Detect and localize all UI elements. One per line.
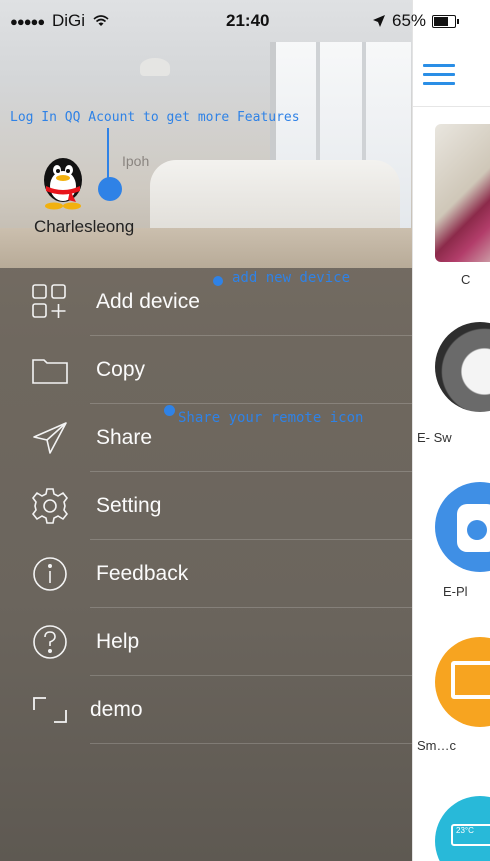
folder-icon [32,359,68,384]
username[interactable]: Charlesleong [34,217,134,237]
share-hint: Share your remote icon [178,410,364,426]
location-arrow-icon [373,15,385,27]
share-hint-dot [164,405,175,416]
status-right: 65% [372,11,460,31]
drawer-menu: Add device Copy Share Setting Feedback H… [0,268,412,744]
battery-icon [432,14,460,28]
signal-strength-icon: ●●●●● [10,14,45,29]
paper-plane-icon [33,422,67,454]
ac-temperature-label: 23°C [451,824,490,846]
menu-item-demo[interactable]: demo [0,676,412,744]
login-hint-dot [98,177,122,201]
header-background-lamp [140,58,170,76]
add-hint-dot [213,276,223,286]
menu-separator [90,743,412,744]
login-hint: Log In QQ Acount to get more Features [10,110,300,125]
side-drawer: Ipoh Charlesleong Log In QQ Acount to ge… [0,0,412,861]
expand-icon [33,697,67,723]
e-plug-device-icon[interactable] [435,482,490,572]
menu-label-share: Share [96,426,153,449]
header-divider [413,106,490,107]
menu-label-help: Help [96,630,140,653]
menu-item-help[interactable]: Help [0,608,412,676]
gear-icon [31,488,69,524]
smart-tv-device-icon[interactable] [435,637,490,727]
room-card-label: C [461,272,471,287]
carrier-name: DiGi [52,11,86,30]
status-bar: ●●●●● DiGi 21:40 65% [0,0,490,40]
clock: 21:40 [226,11,270,30]
battery-percent: 65% [392,11,427,30]
drawer-header: Ipoh Charlesleong [0,0,412,268]
air-conditioner-device-icon[interactable]: 23°C [435,796,490,861]
e-switch-device-icon[interactable] [435,322,490,412]
menu-item-setting[interactable]: Setting [0,472,412,540]
qq-penguin-icon[interactable] [36,152,90,210]
smart-tv-label: Sm…c [417,738,456,753]
device-list-panel: C E- Sw E-Pl Sm…c 23°C [412,0,490,861]
menu-label-feedback: Feedback [96,562,189,585]
hamburger-icon[interactable] [423,64,455,86]
wifi-icon [93,15,109,26]
menu-label-add-device: Add device [96,290,200,313]
add-device-icon [32,284,66,318]
battery-level [434,16,449,26]
info-icon [33,557,67,591]
location-label: Ipoh [122,153,150,169]
login-hint-pointer [107,128,109,180]
menu-label-copy: Copy [96,358,146,381]
room-card-image[interactable] [435,124,490,262]
carrier-info: ●●●●● DiGi [10,11,109,31]
add-device-hint: add new device [232,270,351,286]
menu-label-setting: Setting [96,494,162,517]
menu-item-copy[interactable]: Copy [0,336,412,404]
e-switch-label: E- Sw [417,430,452,445]
menu-label-demo: demo [90,698,143,721]
menu-item-feedback[interactable]: Feedback [0,540,412,608]
e-plug-label: E-Pl [443,584,468,599]
menu-item-add-device[interactable]: Add device [0,268,412,336]
help-icon [33,625,67,659]
